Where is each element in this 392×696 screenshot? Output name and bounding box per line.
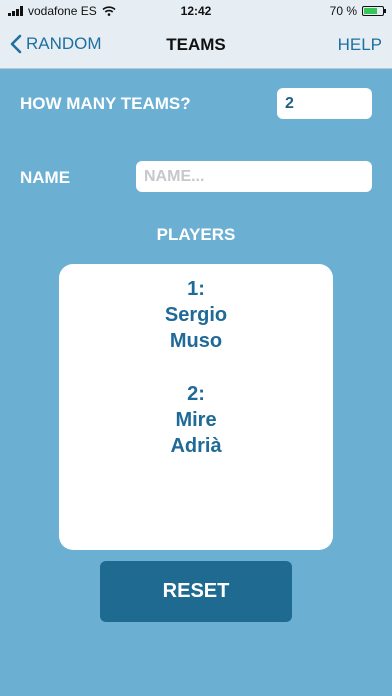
battery-level <box>364 8 377 14</box>
battery-percent: 70 % <box>329 4 357 18</box>
team-number: 1: <box>187 278 205 300</box>
players-heading: PLAYERS <box>156 225 236 244</box>
battery-icon <box>362 6 386 16</box>
page-title: TEAMS <box>166 35 226 54</box>
team-group: 1: Sergio Muso <box>59 276 333 354</box>
player-name: Mire <box>175 409 217 431</box>
navigation-bar: RANDOM TEAMS HELP <box>0 22 392 69</box>
team-number: 2: <box>187 383 205 405</box>
reset-button[interactable]: RESET <box>100 561 292 622</box>
player-name: Sergio <box>164 304 228 326</box>
status-right: 70 % <box>329 4 386 18</box>
help-button[interactable]: HELP <box>338 35 382 55</box>
status-bar: vodafone ES 12:42 70 % <box>0 0 392 22</box>
name-label: NAME <box>20 168 71 187</box>
name-input[interactable] <box>136 161 372 192</box>
players-panel: 1: Sergio Muso 2: Mire Adrià <box>59 264 333 550</box>
team-group: 2: Mire Adrià <box>59 381 333 459</box>
teams-count-label: HOW MANY TEAMS? <box>20 94 191 113</box>
player-name: Muso <box>169 330 223 352</box>
teams-count-input[interactable] <box>277 88 372 119</box>
player-name: Adrià <box>170 435 222 457</box>
